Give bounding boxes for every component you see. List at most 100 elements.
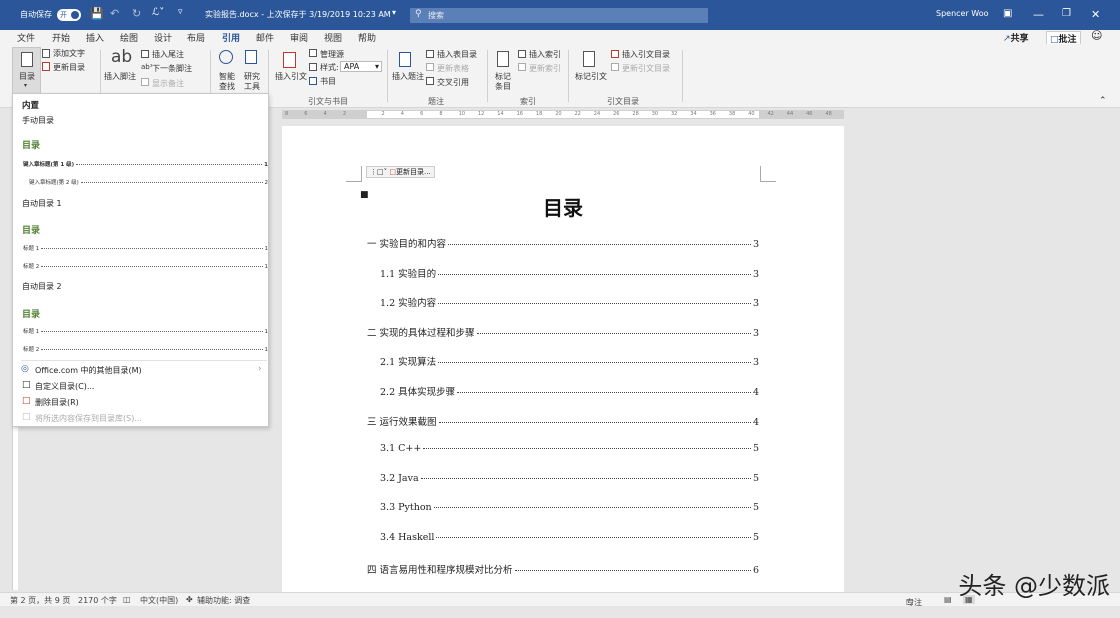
undo-icon[interactable]: ↶ bbox=[110, 7, 119, 20]
restore-icon[interactable]: ❐ bbox=[1062, 8, 1071, 19]
search-box[interactable]: ⚲ 搜索 bbox=[410, 8, 708, 23]
toc-entry[interactable]: 3.2 Java 5 bbox=[380, 473, 759, 484]
vertical-ruler[interactable] bbox=[12, 425, 18, 590]
insert-caption-button[interactable]: 插入题注 bbox=[392, 71, 424, 82]
citation-style-select[interactable]: APA ▾ bbox=[340, 61, 382, 72]
ribbon-display-icon[interactable]: ▣ bbox=[1003, 8, 1012, 19]
separator bbox=[387, 50, 388, 102]
sample-line-text: 标题 1 bbox=[23, 246, 40, 252]
insert-authorities-button[interactable]: 插入引文目录 bbox=[622, 49, 670, 60]
close-icon[interactable]: ✕ bbox=[1091, 8, 1100, 21]
ruler-tick-label: 6 bbox=[420, 111, 424, 117]
toc-entry[interactable]: 2.2 具体实现步骤 4 bbox=[380, 384, 759, 398]
page-count[interactable]: 第 2 页，共 9 页 bbox=[10, 595, 70, 606]
toc-button[interactable]: 目录 ▾ bbox=[12, 47, 41, 95]
word-count[interactable]: 2170 个字 bbox=[78, 595, 117, 606]
ruler-tick-label: 48 bbox=[825, 111, 832, 117]
title-dropdown-icon[interactable]: ▾ bbox=[392, 8, 396, 17]
custom-toc-menu-item[interactable]: □ 自定义目录(C)... bbox=[13, 380, 268, 393]
toc-entry[interactable]: 1.1 实验目的 3 bbox=[380, 266, 759, 280]
auto-toc-2-title[interactable]: 自动目录 2 bbox=[22, 281, 62, 292]
toc-entry-page: 6 bbox=[752, 564, 759, 576]
tab-file[interactable]: 文件 bbox=[17, 31, 35, 44]
researcher-label-2[interactable]: 工具 bbox=[244, 81, 260, 92]
ruler-tick-label: 16 bbox=[516, 111, 523, 117]
update-table-button[interactable]: 更新表格 bbox=[437, 63, 469, 74]
customize-qat-icon[interactable]: ▿ bbox=[178, 7, 183, 17]
manual-toc-option[interactable]: 目录 bbox=[18, 130, 268, 184]
toc-entry[interactable]: 3.4 Haskell 5 bbox=[380, 532, 759, 543]
toc-entry[interactable]: 2.1 实现算法 3 bbox=[380, 354, 759, 368]
document-page[interactable]: ⋮□˅ □更新目录... ■ 目录 一 实验目的和内容 3 1.1 实验目的 3 1.2… bbox=[282, 126, 844, 592]
manual-toc-title[interactable]: 手动目录 bbox=[22, 115, 54, 126]
toc-entry[interactable]: 二 实现的具体过程和步骤 3 bbox=[367, 325, 759, 339]
bibliography-button[interactable]: 书目 bbox=[320, 76, 336, 87]
toc-entry[interactable]: 3.1 C++ 5 bbox=[380, 443, 759, 454]
mark-entry-label-2[interactable]: 条目 bbox=[495, 81, 511, 92]
next-footnote-button[interactable]: 下一条脚注 bbox=[152, 63, 192, 74]
tab-mailings[interactable]: 邮件 bbox=[256, 31, 274, 44]
smiley-icon[interactable]: ☺ bbox=[1091, 29, 1102, 42]
proofing-icon[interactable]: ◫ bbox=[123, 595, 131, 604]
tab-view[interactable]: 视图 bbox=[324, 31, 342, 44]
accessibility-status[interactable]: 辅助功能: 调查 bbox=[197, 595, 250, 606]
toc-entry[interactable]: 1.2 实验内容 3 bbox=[380, 295, 759, 309]
user-name[interactable]: Spencer Woo bbox=[936, 9, 989, 18]
remove-doc-icon: □ bbox=[22, 396, 31, 406]
horizontal-ruler[interactable]: 8 6 4 2 2 4 6 8 10 12 14 16 18 20 22 24 26 28 30 32 34 36 38 40… bbox=[282, 110, 844, 119]
toc-entry[interactable]: 三 运行效果截图 4 bbox=[367, 414, 759, 428]
tab-insert[interactable]: 插入 bbox=[86, 31, 104, 44]
minimize-icon[interactable]: — bbox=[1033, 8, 1044, 21]
auto-toc-2-option[interactable]: 目录 bbox=[18, 297, 268, 351]
tab-references[interactable]: 引用 bbox=[222, 31, 241, 46]
toc-entry-leader bbox=[436, 537, 751, 538]
update-index-button[interactable]: 更新索引 bbox=[529, 63, 561, 74]
auto-toc-1-title[interactable]: 自动目录 1 bbox=[22, 198, 62, 209]
collapse-ribbon-icon[interactable]: ⌃ bbox=[1099, 96, 1107, 106]
tab-layout[interactable]: 布局 bbox=[187, 31, 205, 44]
toc-entry[interactable]: 一 实验目的和内容 3 bbox=[367, 236, 759, 250]
cross-reference-button[interactable]: 交叉引用 bbox=[437, 77, 469, 88]
update-authorities-icon bbox=[611, 63, 619, 71]
remove-toc-menu-item[interactable]: □ 删除目录(R) bbox=[13, 396, 268, 409]
captions-group-label: 题注 bbox=[428, 97, 444, 106]
share-button[interactable]: ↗共享 bbox=[1003, 31, 1029, 44]
tab-help[interactable]: 帮助 bbox=[358, 31, 376, 44]
insert-citation-button[interactable]: 插入引文 bbox=[275, 71, 307, 82]
auto-toc-1-option[interactable]: 目录 bbox=[18, 214, 268, 268]
tab-home[interactable]: 开始 bbox=[52, 31, 70, 44]
tab-design[interactable]: 设计 bbox=[154, 31, 172, 44]
smart-lookup-label-2[interactable]: 查找 bbox=[219, 81, 235, 92]
insert-table-of-figures-button[interactable]: 插入表目录 bbox=[437, 49, 477, 60]
show-notes-icon bbox=[141, 78, 149, 86]
toc-entry[interactable]: 3.3 Python 5 bbox=[380, 502, 759, 513]
tab-review[interactable]: 审阅 bbox=[290, 31, 308, 44]
save-icon[interactable]: 💾 bbox=[90, 7, 104, 20]
update-toc-button[interactable]: 更新目录 bbox=[53, 62, 85, 73]
status-bar: 第 2 页，共 9 页 2170 个字 ◫ 中文(中国) ✤ 辅助功能: 调查 … bbox=[0, 592, 1120, 607]
ruler-tick-label: 40 bbox=[748, 111, 755, 117]
insert-footnote-button[interactable]: 插入脚注 bbox=[104, 71, 136, 82]
show-notes-button[interactable]: 显示备注 bbox=[152, 78, 184, 89]
manage-sources-button[interactable]: 管理源 bbox=[320, 49, 344, 60]
toc-entry[interactable]: 四 语言易用性和程序规模对比分析 6 bbox=[367, 562, 759, 576]
toc-entry-text: 1.1 实验目的 bbox=[380, 268, 437, 280]
citations-group-label: 引文与书目 bbox=[308, 97, 348, 106]
insert-index-button[interactable]: 插入索引 bbox=[529, 49, 561, 60]
insert-endnote-button[interactable]: 插入尾注 bbox=[152, 49, 184, 60]
mark-citation-button[interactable]: 标记引文 bbox=[575, 71, 607, 82]
more-toc-menu-item[interactable]: ◎ Office.com 中的其他目录(M) › bbox=[13, 364, 268, 377]
toc-field-toolbar[interactable]: ⋮□˅ □更新目录... bbox=[366, 166, 435, 178]
language[interactable]: 中文(中国) bbox=[140, 595, 178, 606]
read-mode-icon[interactable]: ▤ bbox=[944, 595, 952, 604]
redo-icon[interactable]: ↻ bbox=[132, 7, 141, 20]
sample-line-text: 标题 2 bbox=[23, 347, 40, 353]
toc-field-update-button[interactable]: 更新目录... bbox=[396, 168, 431, 176]
update-authorities-button[interactable]: 更新引文目录 bbox=[622, 63, 670, 74]
format-painter-icon[interactable]: ℒ˅ bbox=[152, 7, 164, 18]
add-text-button[interactable]: 添加文字 bbox=[53, 48, 85, 59]
toc-gallery-dropdown: 内置 手动目录 目录 键入章标题(第 1 级) 1 键入章标题(第 2 级) 2 自… bbox=[12, 93, 269, 427]
autosave-toggle[interactable]: 开 bbox=[57, 9, 81, 21]
tab-draw[interactable]: 绘图 bbox=[120, 31, 138, 44]
save-selection-menu-item[interactable]: □ 将所选内容保存到目录库(S)... bbox=[13, 412, 268, 425]
